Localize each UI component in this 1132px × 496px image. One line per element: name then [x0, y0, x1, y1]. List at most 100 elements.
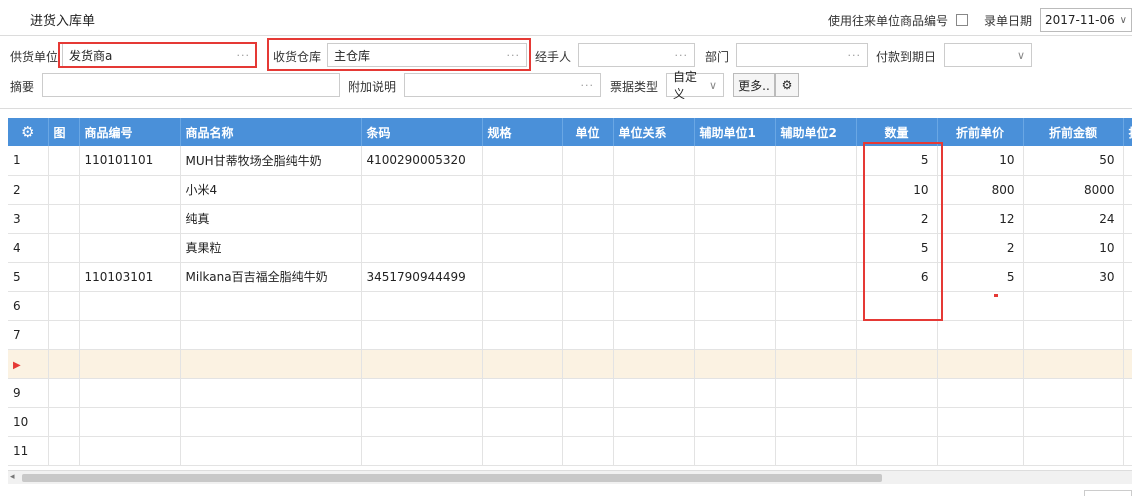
cell-spec[interactable]: [482, 407, 563, 437]
cell-qty[interactable]: 10: [856, 175, 938, 205]
cell-aux-unit2[interactable]: [775, 204, 857, 234]
more-dots-icon[interactable]: ···: [507, 49, 521, 62]
cell-aux-unit1[interactable]: [694, 291, 776, 321]
more-dots-icon[interactable]: ···: [675, 49, 689, 62]
cell-aux-unit1[interactable]: [694, 204, 776, 234]
column-header[interactable]: 折前金额: [1023, 118, 1124, 146]
cell-unit-relation[interactable]: [613, 407, 695, 437]
cell-image[interactable]: [48, 204, 80, 234]
cell-amount[interactable]: [1023, 378, 1124, 408]
cell-discount[interactable]: [1123, 320, 1132, 350]
cell-image[interactable]: [48, 349, 80, 379]
cell-aux-unit2[interactable]: [775, 378, 857, 408]
cell-spec[interactable]: [482, 320, 563, 350]
cell-unit-relation[interactable]: [613, 204, 695, 234]
horizontal-scrollbar[interactable]: ◂: [8, 470, 1132, 484]
cell-code[interactable]: [79, 378, 181, 408]
cell-discount[interactable]: [1123, 146, 1132, 176]
table-row[interactable]: 9: [8, 378, 1132, 408]
cell-qty[interactable]: [856, 291, 938, 321]
cell-unit[interactable]: [562, 407, 614, 437]
scroll-left-arrow-icon[interactable]: ◂: [10, 472, 15, 482]
cell-qty[interactable]: [856, 407, 938, 437]
cell-image[interactable]: [48, 262, 80, 292]
cell-amount[interactable]: 10: [1023, 233, 1124, 263]
cell-name[interactable]: MUH甘蒂牧场全脂纯牛奶: [180, 146, 362, 176]
cell-code[interactable]: [79, 233, 181, 263]
more-button[interactable]: 更多..: [733, 73, 775, 97]
cell-unit-relation[interactable]: [613, 233, 695, 263]
column-header[interactable]: 单位关系: [613, 118, 695, 146]
supplier-field[interactable]: 发货商a ···: [62, 43, 257, 67]
cell-aux-unit2[interactable]: [775, 291, 857, 321]
cell-aux-unit1[interactable]: [694, 436, 776, 466]
cell-price[interactable]: [937, 436, 1024, 466]
cell-code[interactable]: [79, 407, 181, 437]
cell-barcode[interactable]: [361, 320, 483, 350]
cell-code[interactable]: [79, 349, 181, 379]
cell-image[interactable]: [48, 233, 80, 263]
cell-amount[interactable]: 50: [1023, 146, 1124, 176]
cell-amount[interactable]: 8000: [1023, 175, 1124, 205]
cell-unit[interactable]: [562, 291, 614, 321]
entry-date-picker[interactable]: 2017-11-06 ∨: [1040, 8, 1132, 32]
cell-barcode[interactable]: [361, 378, 483, 408]
cell-unit[interactable]: [562, 349, 614, 379]
cell-name[interactable]: Milkana百吉福全脂纯牛奶: [180, 262, 362, 292]
column-header[interactable]: 辅助单位2: [775, 118, 857, 146]
cell-aux-unit1[interactable]: [694, 320, 776, 350]
department-field[interactable]: ···: [736, 43, 868, 67]
cell-aux-unit2[interactable]: [775, 349, 857, 379]
table-row[interactable]: 5 110103101 Milkana百吉福全脂纯牛奶 345179094449…: [8, 262, 1132, 292]
cell-price[interactable]: [937, 349, 1024, 379]
cell-aux-unit2[interactable]: [775, 233, 857, 263]
cell-amount[interactable]: [1023, 407, 1124, 437]
column-header[interactable]: 商品名称: [180, 118, 362, 146]
cell-qty[interactable]: 2: [856, 204, 938, 234]
cell-name[interactable]: [180, 320, 362, 350]
cell-spec[interactable]: [482, 262, 563, 292]
cell-name[interactable]: [180, 349, 362, 379]
cell-price[interactable]: 12: [937, 204, 1024, 234]
scrollbar-thumb[interactable]: [22, 474, 882, 482]
more-dots-icon[interactable]: ···: [237, 49, 251, 62]
cell-barcode[interactable]: [361, 349, 483, 379]
table-row[interactable]: 4 真果粒 5 2 10: [8, 233, 1132, 263]
cell-barcode[interactable]: [361, 233, 483, 263]
cell-image[interactable]: [48, 175, 80, 205]
cell-amount[interactable]: 30: [1023, 262, 1124, 292]
cell-barcode[interactable]: 3451790944499: [361, 262, 483, 292]
cell-spec[interactable]: [482, 175, 563, 205]
column-header[interactable]: 折前单价: [937, 118, 1024, 146]
cell-image[interactable]: [48, 146, 80, 176]
cell-name[interactable]: [180, 378, 362, 408]
cell-name[interactable]: 小米4: [180, 175, 362, 205]
column-header[interactable]: 单位: [562, 118, 614, 146]
cell-code[interactable]: [79, 204, 181, 234]
cell-image[interactable]: [48, 436, 80, 466]
table-row[interactable]: 1 110101101 MUH甘蒂牧场全脂纯牛奶 4100290005320 5…: [8, 146, 1132, 176]
cell-price[interactable]: [937, 291, 1024, 321]
cell-unit[interactable]: [562, 378, 614, 408]
cell-image[interactable]: [48, 291, 80, 321]
table-row-active[interactable]: ▶: [8, 349, 1132, 379]
table-row[interactable]: 2 小米4 10 800 8000: [8, 175, 1132, 205]
invoice-type-select[interactable]: 自定义 ∨: [666, 70, 724, 101]
table-row[interactable]: 6: [8, 291, 1132, 321]
cell-aux-unit1[interactable]: [694, 349, 776, 379]
cell-price[interactable]: [937, 378, 1024, 408]
cell-price[interactable]: 2: [937, 233, 1024, 263]
handler-field[interactable]: ···: [578, 43, 695, 67]
cell-unit[interactable]: [562, 233, 614, 263]
cell-code[interactable]: [79, 320, 181, 350]
cell-code[interactable]: 110101101: [79, 146, 181, 176]
cell-barcode[interactable]: [361, 204, 483, 234]
cell-qty[interactable]: [856, 378, 938, 408]
cell-qty[interactable]: [856, 320, 938, 350]
cell-spec[interactable]: [482, 436, 563, 466]
table-row[interactable]: 11: [8, 436, 1132, 466]
cell-aux-unit2[interactable]: [775, 262, 857, 292]
cell-amount[interactable]: 24: [1023, 204, 1124, 234]
cell-discount[interactable]: [1123, 175, 1132, 205]
cell-unit[interactable]: [562, 436, 614, 466]
